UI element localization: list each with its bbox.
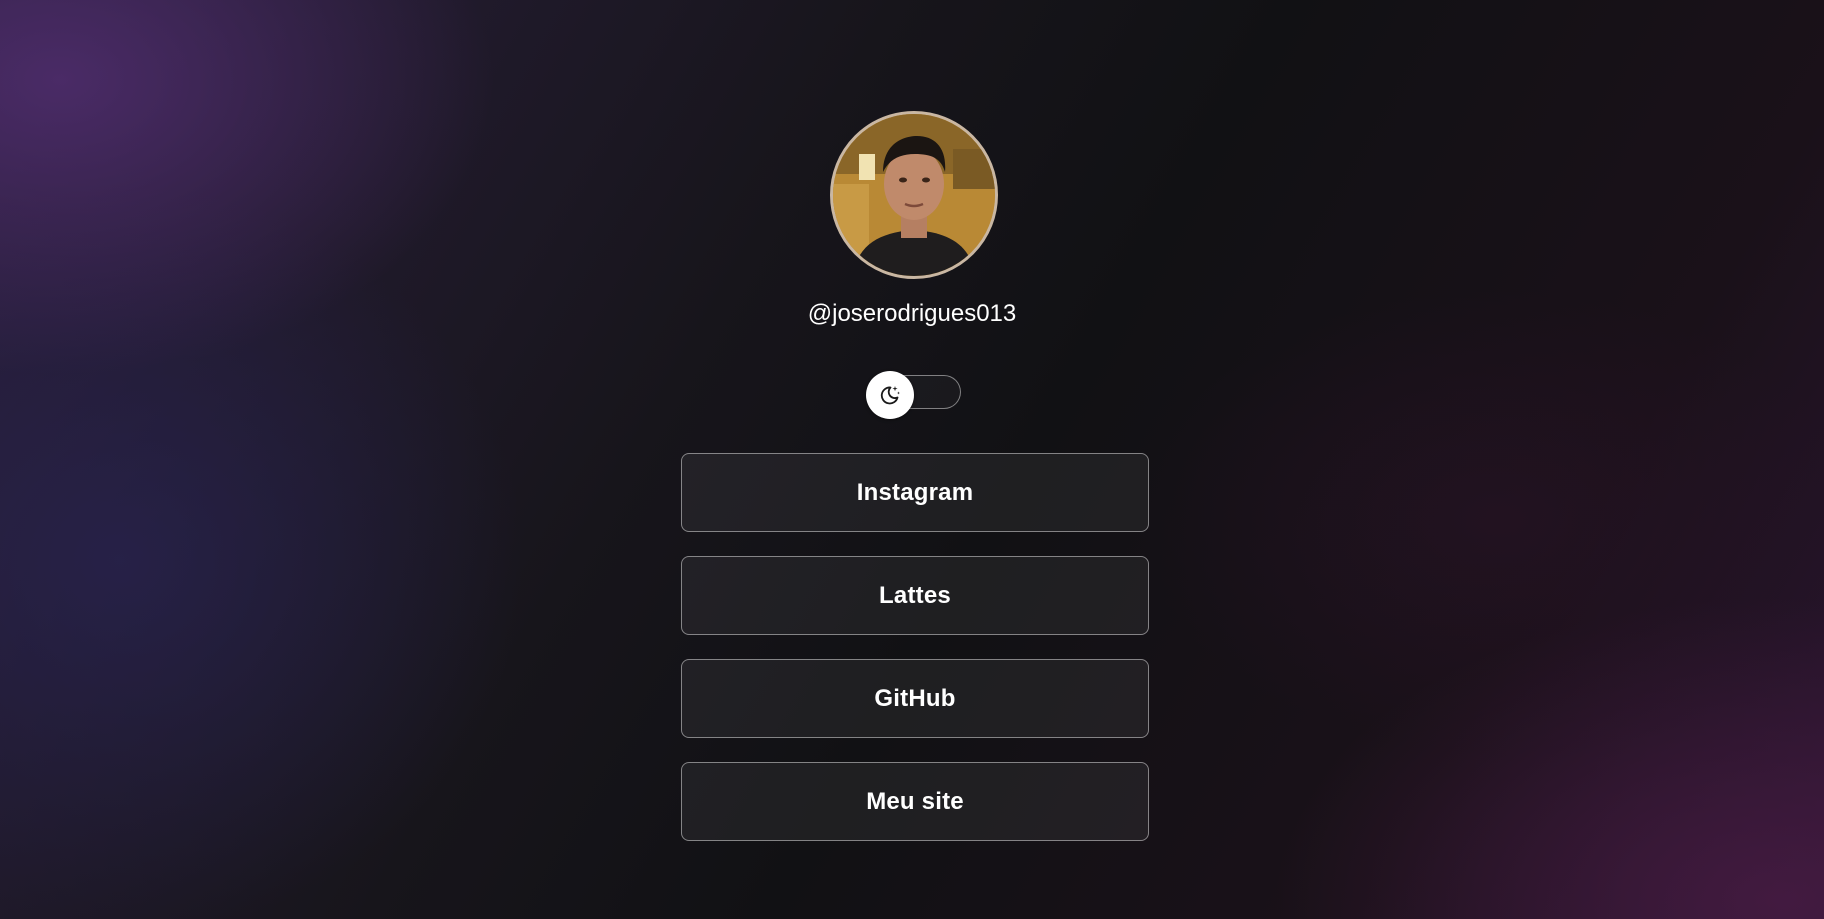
personal-site-link-button[interactable]: Meu site [681,762,1149,841]
moon-stars-icon [880,386,900,405]
avatar [830,111,998,279]
lattes-link-button[interactable]: Lattes [681,556,1149,635]
profile-handle: @joserodrigues013 [807,300,1017,327]
theme-toggle[interactable] [866,371,963,419]
instagram-link-button[interactable]: Instagram [681,453,1149,532]
theme-toggle-knob[interactable] [866,371,914,419]
link-list: Instagram Lattes GitHub Meu site [681,453,1149,865]
profile-photo [833,114,995,276]
profile-page: @joserodrigues013 Instagram Lattes GitHu… [0,0,1824,919]
github-link-button[interactable]: GitHub [681,659,1149,738]
